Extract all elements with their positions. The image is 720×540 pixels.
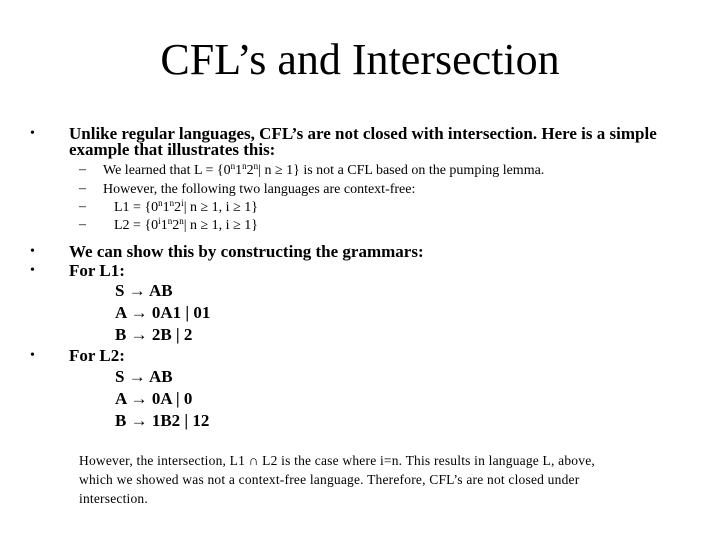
bullet-1-line-2: example that illustrates this: (69, 140, 276, 159)
grammar-l1-rule-b: B → 2B | 2 (115, 325, 193, 344)
dash-icon: – (79, 162, 86, 177)
grammar-l2-rule-b: B → 1B2 | 12 (115, 411, 210, 430)
bullet-icon: • (30, 244, 35, 259)
sub-bullet-language-l: We learned that L = {0n1n2n| n ≥ 1} is n… (103, 161, 545, 179)
arrow-icon: → (128, 367, 146, 386)
dash-icon: – (79, 199, 86, 214)
note-line-2: which we showed was not a context-free l… (79, 472, 580, 487)
arrow-icon: → (130, 303, 148, 322)
grammar-l2-rule-a: A → 0A | 0 (115, 389, 193, 408)
arrow-icon: → (130, 325, 148, 344)
bullet-2-text: We can show this by constructing the gra… (69, 242, 424, 261)
bullet-3-for-l1: For L1: (69, 261, 125, 280)
note-line-3: intersection. (79, 491, 148, 506)
arrow-icon: → (128, 281, 146, 300)
dash-icon: – (79, 217, 86, 232)
grammar-l2-rule-s: S → AB (115, 367, 173, 386)
bullet-icon: • (30, 263, 35, 278)
dash-icon: – (79, 181, 86, 196)
slide-title: CFL’s and Intersection (160, 35, 560, 84)
sub-bullet-l2-definition: L2 = {0i1n2n| n ≥ 1, i ≥ 1} (114, 216, 258, 234)
arrow-icon: → (130, 411, 148, 430)
note-line-1: However, the intersection, L1 ∩ L2 is th… (79, 453, 595, 468)
grammar-l1-rule-a: A → 0A1 | 01 (115, 303, 211, 322)
sub-bullet-context-free: However, the following two languages are… (103, 182, 416, 197)
sub-bullet-l1-definition: L1 = {0n1n2i| n ≥ 1, i ≥ 1} (114, 198, 258, 216)
bullet-4-for-l2: For L2: (69, 346, 125, 365)
bullet-icon: • (30, 348, 35, 363)
bullet-icon: • (30, 126, 35, 141)
arrow-icon: → (130, 389, 148, 408)
grammar-l1-rule-s: S → AB (115, 281, 173, 300)
